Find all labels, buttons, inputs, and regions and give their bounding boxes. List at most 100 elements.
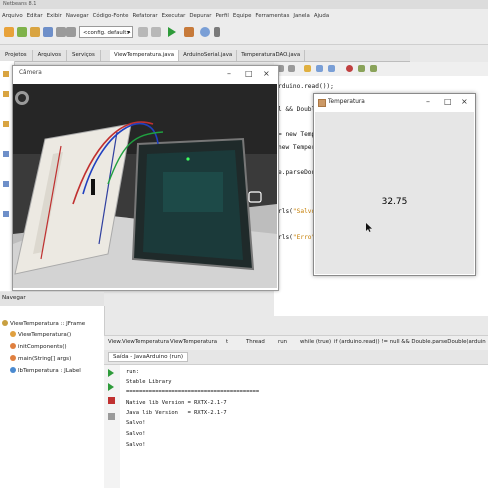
temperatura-window[interactable]: Temperatura – □ × 32.75 xyxy=(313,93,476,276)
nav-item-label: main(String[] args) xyxy=(18,356,72,362)
code-line: rls("Erro" xyxy=(278,234,315,241)
library-icon[interactable] xyxy=(3,211,9,217)
profile-icon[interactable] xyxy=(200,27,210,37)
minimize-icon[interactable]: – xyxy=(426,97,430,106)
new-project-icon[interactable] xyxy=(4,27,14,37)
nav-item-method[interactable]: initComponents() xyxy=(10,343,67,350)
output-line: ========================================… xyxy=(126,389,260,395)
method-icon xyxy=(10,343,16,349)
left-panel-tabs: Projetos Arquivos Serviços xyxy=(0,50,110,62)
config-select[interactable]: <config. default> xyxy=(79,26,133,39)
output-line: Salvo! xyxy=(126,431,146,437)
menu-ajuda[interactable]: Ajuda xyxy=(314,13,329,19)
breadcrumb-item[interactable]: t xyxy=(226,339,228,345)
menu-perfil[interactable]: Perfil xyxy=(215,13,228,19)
tab-output[interactable]: Saída - JavaArduino (run) xyxy=(108,352,189,362)
redo-icon[interactable] xyxy=(66,27,76,37)
settings-icon[interactable] xyxy=(108,413,115,420)
project-folder-icon[interactable] xyxy=(3,71,9,77)
menu-ferramentas[interactable]: Ferramentas xyxy=(255,13,289,19)
package-icon[interactable] xyxy=(3,121,9,127)
menu-exibir[interactable]: Exibir xyxy=(47,13,62,19)
tab-temperatura-dao[interactable]: TemperaturaDAO.java xyxy=(237,50,306,61)
menu-navegar[interactable]: Navegar xyxy=(66,13,89,19)
breadcrumb-item[interactable]: run xyxy=(278,339,287,345)
camera-title-bar[interactable]: Câmera – □ × xyxy=(13,66,278,83)
nav-item-label: ViewTemperatura() xyxy=(18,332,72,338)
new-file-icon[interactable] xyxy=(17,27,27,37)
library-icon[interactable] xyxy=(3,151,9,157)
breadcrumb-item[interactable]: ViewTemperatura xyxy=(170,339,217,345)
minimize-icon[interactable]: – xyxy=(227,69,231,78)
rerun-icon[interactable] xyxy=(108,369,114,377)
breadcrumb-item[interactable]: if (arduino.read() != null && Double.par… xyxy=(334,339,486,345)
maximize-icon[interactable]: □ xyxy=(444,97,452,106)
run-icon[interactable] xyxy=(168,27,176,37)
uncomment-icon[interactable] xyxy=(370,65,377,72)
stop-macro-icon[interactable] xyxy=(346,65,353,72)
profile-dropdown-icon[interactable] xyxy=(214,27,220,37)
constructor-icon xyxy=(10,331,16,337)
find-icon[interactable] xyxy=(304,65,311,72)
tab-arquivos[interactable]: Arquivos xyxy=(33,50,68,61)
comment-icon[interactable] xyxy=(358,65,365,72)
camera-photo xyxy=(13,84,277,288)
menu-equipe[interactable]: Equipe xyxy=(233,13,251,19)
camera-window[interactable]: Câmera – □ × xyxy=(12,65,279,291)
undo-icon[interactable] xyxy=(56,27,66,37)
tab-servicos[interactable]: Serviços xyxy=(67,50,101,61)
code-string: "Erro" xyxy=(292,234,316,241)
debug-icon[interactable] xyxy=(184,27,194,37)
rerun-options-icon[interactable] xyxy=(108,383,114,391)
prev-occurrence-icon[interactable] xyxy=(316,65,323,72)
menu-executar[interactable]: Executar xyxy=(162,13,186,19)
open-project-icon[interactable] xyxy=(30,27,40,37)
output-line: run: xyxy=(126,369,139,375)
next-occurrence-icon[interactable] xyxy=(328,65,335,72)
clean-build-icon[interactable] xyxy=(151,27,161,37)
tab-view-temperatura[interactable]: ViewTemperatura.java xyxy=(110,50,180,61)
tab-navegar[interactable]: Navegar xyxy=(2,295,26,301)
stop-icon[interactable] xyxy=(108,397,115,404)
library-icon[interactable] xyxy=(3,181,9,187)
output-console[interactable]: run: Stable Library ====================… xyxy=(120,365,488,488)
code-token: rls( xyxy=(278,208,293,215)
nav-item-field[interactable]: lbTemperatura : JLabel xyxy=(10,367,81,374)
editor-toolbar xyxy=(274,62,488,77)
history-icon[interactable] xyxy=(288,65,295,72)
main-toolbar: <config. default> xyxy=(0,22,488,45)
navigator-tree[interactable]: ViewTemperatura :: JFrame ViewTemperatur… xyxy=(0,306,105,488)
temperatura-title-bar[interactable]: Temperatura – □ × xyxy=(314,94,475,112)
nav-item-label: initComponents() xyxy=(18,344,67,350)
tab-projetos[interactable]: Projetos xyxy=(0,50,33,61)
breadcrumb-item[interactable]: View.ViewTemperatura xyxy=(108,339,169,345)
output-line: Stable Library xyxy=(126,379,172,385)
code-token: rls( xyxy=(278,234,293,241)
menu-janela[interactable]: Janela xyxy=(293,13,309,19)
menu-arquivo[interactable]: Arquivo xyxy=(2,13,23,19)
tab-arduino-serial[interactable]: ArduinoSerial.java xyxy=(179,50,238,61)
save-all-icon[interactable] xyxy=(43,27,53,37)
maximize-icon[interactable]: □ xyxy=(245,69,253,78)
output-line: Salvo! xyxy=(126,420,146,426)
mouse-cursor-icon xyxy=(366,223,372,232)
output-line: Native lib Version = RXTX-2.1-7 xyxy=(126,400,227,406)
output-line: Java lib Version = RXTX-2.1-7 xyxy=(126,410,227,416)
menu-bar: Arquivo Editar Exibir Navegar Código-Fon… xyxy=(0,9,488,22)
close-icon[interactable]: × xyxy=(263,69,270,78)
close-icon[interactable]: × xyxy=(461,97,468,106)
package-icon[interactable] xyxy=(3,91,9,97)
nav-item-method[interactable]: main(String[] args) xyxy=(10,355,71,362)
menu-codigo-fonte[interactable]: Código-Fonte xyxy=(93,13,129,19)
nav-item-constructor[interactable]: ViewTemperatura() xyxy=(10,331,71,338)
breadcrumb-item[interactable]: while (true) xyxy=(300,339,331,345)
code-line: rduino.read()); xyxy=(278,83,334,90)
java-icon xyxy=(318,99,326,107)
nav-item-class[interactable]: ViewTemperatura :: JFrame xyxy=(2,320,85,327)
breadcrumb-item[interactable]: Thread xyxy=(246,339,265,345)
menu-editar[interactable]: Editar xyxy=(27,13,43,19)
menu-depurar[interactable]: Depurar xyxy=(189,13,211,19)
build-icon[interactable] xyxy=(138,27,148,37)
menu-refatorar[interactable]: Refatorar xyxy=(132,13,157,19)
nav-item-label: ViewTemperatura :: JFrame xyxy=(10,321,86,327)
